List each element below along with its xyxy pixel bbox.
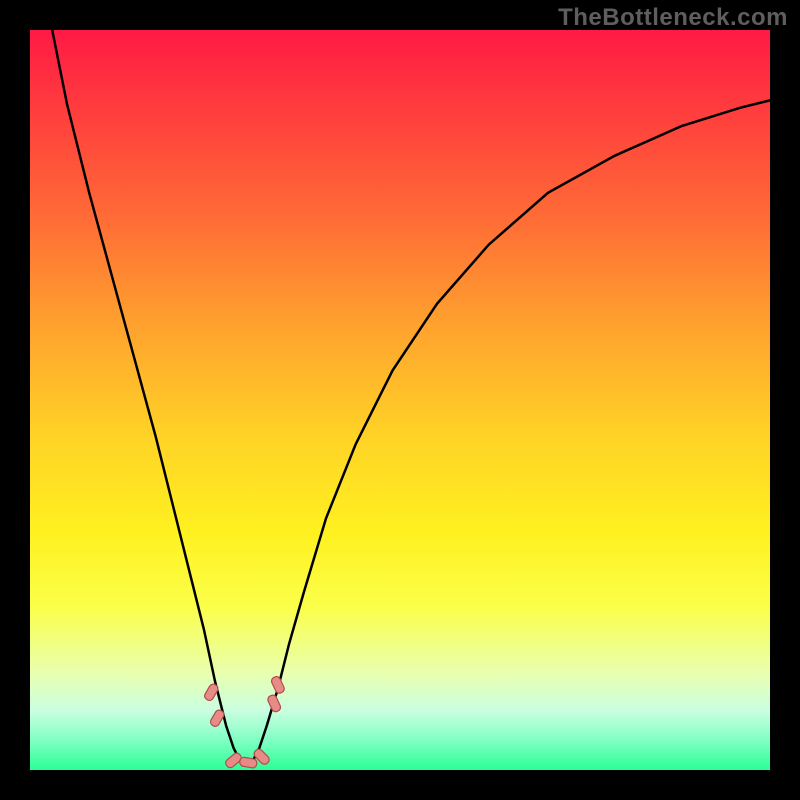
- plot-area: [30, 30, 770, 770]
- watermark-text: TheBottleneck.com: [558, 4, 788, 32]
- data-marker: [267, 694, 282, 713]
- data-marker-wrap: [209, 709, 225, 728]
- data-marker: [203, 683, 219, 702]
- plot-svg: [30, 30, 770, 770]
- marker-group: [203, 675, 285, 769]
- data-marker-wrap: [203, 683, 219, 702]
- data-marker-wrap: [267, 694, 282, 713]
- bottleneck-curve: [52, 30, 770, 763]
- data-marker-wrap: [270, 675, 285, 694]
- data-marker: [209, 709, 225, 728]
- chart-frame: TheBottleneck.com: [0, 0, 800, 800]
- data-marker: [270, 675, 285, 694]
